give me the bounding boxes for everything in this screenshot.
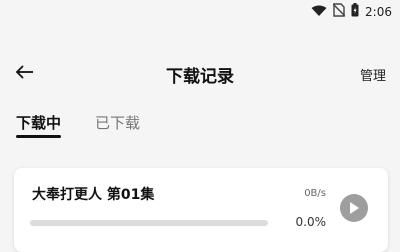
tab-downloading[interactable]: 下载中 xyxy=(16,112,62,144)
tab-downloaded[interactable]: 已下载 xyxy=(95,112,140,144)
status-icons: 2:06 xyxy=(311,2,392,21)
progress-bar xyxy=(30,220,268,226)
play-button[interactable] xyxy=(340,194,368,222)
header: 下载记录 管理 xyxy=(0,56,400,92)
tab-label: 已下载 xyxy=(95,114,141,132)
download-speed: 0B/s xyxy=(304,188,326,199)
download-item[interactable]: 大奉打更人 第01集 0B/s 0.0% xyxy=(14,168,388,252)
wifi-icon xyxy=(311,2,327,21)
no-sim-icon xyxy=(332,2,346,21)
download-title: 大奉打更人 第01集 xyxy=(32,187,155,203)
play-icon xyxy=(349,199,359,218)
page-title: 下载记录 xyxy=(166,67,234,87)
status-bar: 2:06 xyxy=(0,0,400,21)
download-percent: 0.0% xyxy=(295,215,327,229)
tab-label: 下载中 xyxy=(16,114,62,132)
manage-button[interactable]: 管理 xyxy=(360,65,386,84)
battery-icon xyxy=(351,2,359,21)
active-tab-indicator xyxy=(16,135,62,138)
tab-bar: 下载中 已下载 xyxy=(16,112,140,144)
status-time: 2:06 xyxy=(365,4,392,19)
